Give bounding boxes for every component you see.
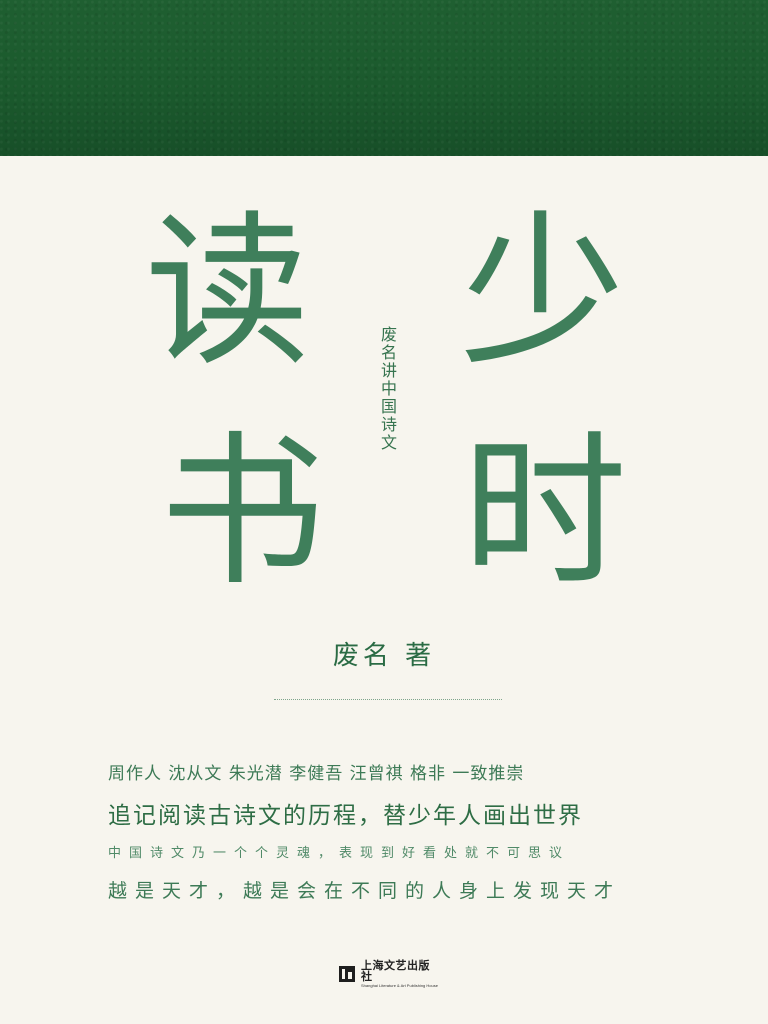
publisher-logo-icon [339, 966, 355, 982]
title-char-du: 读 [145, 196, 310, 388]
title-char-shi: 时 [462, 416, 627, 608]
publisher-text: 上海文艺出版社 Shanghai Literature & Art Publis… [361, 960, 438, 988]
quote-line-1: 中国诗文乃一个个灵魂，表现到好看处就不可思议 [108, 846, 571, 861]
dotted-divider [274, 699, 502, 700]
publisher-mark: 上海文艺出版社 Shanghai Literature & Art Publis… [339, 960, 438, 988]
top-green-band [0, 0, 768, 156]
author-line: 废名 著 [332, 641, 436, 671]
publisher-name-en: Shanghai Literature & Art Publishing Hou… [361, 983, 438, 988]
recommendation-line: 周作人 沈从文 朱光潜 李健吾 汪曾祺 格非 一致推崇 [108, 764, 525, 784]
publisher-name-cn: 上海文艺出版社 [361, 959, 430, 983]
title-char-shu: 书 [160, 416, 325, 608]
tagline: 追记阅读古诗文的历程，替少年人画出世界 [108, 803, 583, 829]
title-char-shao: 少 [460, 196, 625, 388]
quote-line-2: 越是天才，越是会在不同的人身上发现天才 [108, 880, 622, 902]
book-subtitle: 废名讲中国诗文 [378, 326, 397, 452]
